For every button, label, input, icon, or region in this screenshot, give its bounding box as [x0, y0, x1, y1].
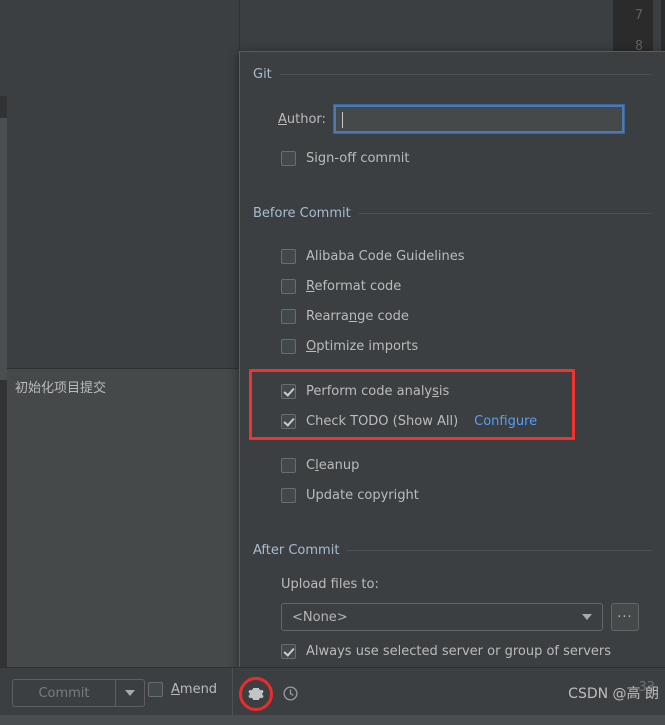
- section-after-commit: After Commit: [240, 541, 665, 559]
- checkbox-always-use-server[interactable]: [281, 643, 296, 659]
- signoff-commit-checkbox[interactable]: [281, 150, 296, 166]
- browse-servers-button[interactable]: ...: [611, 603, 639, 631]
- label-cleanup: Cleanup: [306, 457, 360, 473]
- section-divider: [347, 549, 652, 551]
- commit-options-dialog: Git Author: Sign-off commit Before Commi…: [239, 51, 665, 674]
- upload-server-select[interactable]: <None>: [281, 603, 603, 631]
- option-row-alibaba-code-guidelines[interactable]: Alibaba Code Guidelines: [240, 243, 465, 269]
- checkbox-optimize-imports[interactable]: [281, 338, 296, 354]
- label-always-use-server: Always use selected server or group of s…: [306, 643, 612, 659]
- chevron-down-icon: [125, 690, 135, 696]
- section-divider: [279, 73, 652, 75]
- upload-files-label-row: Upload files to:: [240, 577, 387, 592]
- option-row-update-copyright[interactable]: Update copyright: [240, 482, 419, 508]
- commit-message-text[interactable]: 初始化项目提交: [15, 377, 106, 396]
- chevron-down-icon: [582, 614, 592, 620]
- checkbox-update-copyright[interactable]: [281, 487, 296, 503]
- label-rearrange-code: Rearrange code: [306, 308, 409, 324]
- rail-segment-top: [0, 0, 7, 96]
- section-title-after-commit: After Commit: [253, 542, 340, 558]
- upload-server-row: <None> ...: [240, 603, 639, 631]
- option-row-optimize-imports[interactable]: Optimize imports: [240, 333, 418, 359]
- text-caret: [341, 112, 343, 128]
- commit-button-label: Commit: [38, 685, 90, 701]
- signoff-commit-label: Sign-off commit: [306, 150, 410, 166]
- amend-label: Amend: [171, 682, 218, 697]
- changes-tree-panel[interactable]: [7, 0, 240, 368]
- left-tool-rail: [0, 0, 7, 725]
- section-title-git: Git: [253, 66, 272, 82]
- checkbox-cleanup[interactable]: [281, 457, 296, 473]
- checkbox-perform-code-analysis[interactable]: [281, 383, 296, 399]
- option-row-reformat-code[interactable]: Reformat code: [240, 273, 401, 299]
- browse-button-label: ...: [617, 606, 633, 621]
- option-row-rearrange-code[interactable]: Rearrange code: [240, 303, 409, 329]
- label-alibaba-code-guidelines: Alibaba Code Guidelines: [306, 248, 465, 264]
- watermark-text: CSDN @高 朗: [568, 686, 659, 702]
- option-row-perform-code-analysis[interactable]: Perform code analysis: [240, 378, 449, 404]
- label-perform-code-analysis: Perform code analysis: [306, 383, 450, 399]
- author-row: Author:: [240, 104, 625, 134]
- checkbox-check-todo[interactable]: [281, 413, 296, 429]
- section-header-git: Git: [240, 65, 665, 83]
- commit-message-panel[interactable]: 初始化项目提交: [7, 368, 239, 669]
- commit-dropdown-button[interactable]: [115, 679, 145, 707]
- checkbox-rearrange-code[interactable]: [281, 308, 296, 324]
- gear-icon: [248, 688, 264, 700]
- window-bottom-strip: [0, 715, 665, 725]
- section-before-commit: Before Commit: [240, 204, 665, 222]
- upload-server-value: <None>: [292, 609, 348, 625]
- checkbox-alibaba-code-guidelines[interactable]: [281, 248, 296, 264]
- author-label: Author:: [278, 111, 326, 127]
- configure-todo-link[interactable]: Configure: [474, 414, 537, 429]
- section-header-after-commit: After Commit: [240, 541, 665, 559]
- author-input[interactable]: [332, 104, 625, 134]
- amend-checkbox[interactable]: [148, 682, 163, 697]
- upload-files-label: Upload files to:: [281, 577, 379, 592]
- amend-row[interactable]: Amend: [148, 682, 217, 697]
- option-row-cleanup[interactable]: Cleanup: [240, 452, 359, 478]
- label-optimize-imports: Optimize imports: [306, 338, 419, 354]
- commit-history-button[interactable]: [278, 681, 302, 705]
- label-check-todo: Check TODO (Show All): [306, 413, 459, 429]
- section-divider: [358, 212, 652, 214]
- signoff-commit-row[interactable]: Sign-off commit: [240, 145, 409, 171]
- rail-segment-active: [0, 118, 7, 380]
- label-reformat-code: Reformat code: [306, 278, 402, 294]
- section-header-before-commit: Before Commit: [240, 204, 665, 222]
- option-row-check-todo[interactable]: Check TODO (Show All) Configure: [240, 408, 537, 434]
- commit-button[interactable]: Commit: [12, 679, 115, 707]
- commit-button-group: Commit: [12, 679, 145, 707]
- section-title-before-commit: Before Commit: [253, 205, 351, 221]
- commit-options-gear-button[interactable]: [243, 681, 269, 707]
- section-git: Git: [240, 65, 665, 83]
- checkbox-reformat-code[interactable]: [281, 278, 296, 294]
- clock-icon: [282, 685, 298, 701]
- option-row-always-use-server[interactable]: Always use selected server or group of s…: [240, 638, 611, 664]
- label-update-copyright: Update copyright: [306, 487, 419, 503]
